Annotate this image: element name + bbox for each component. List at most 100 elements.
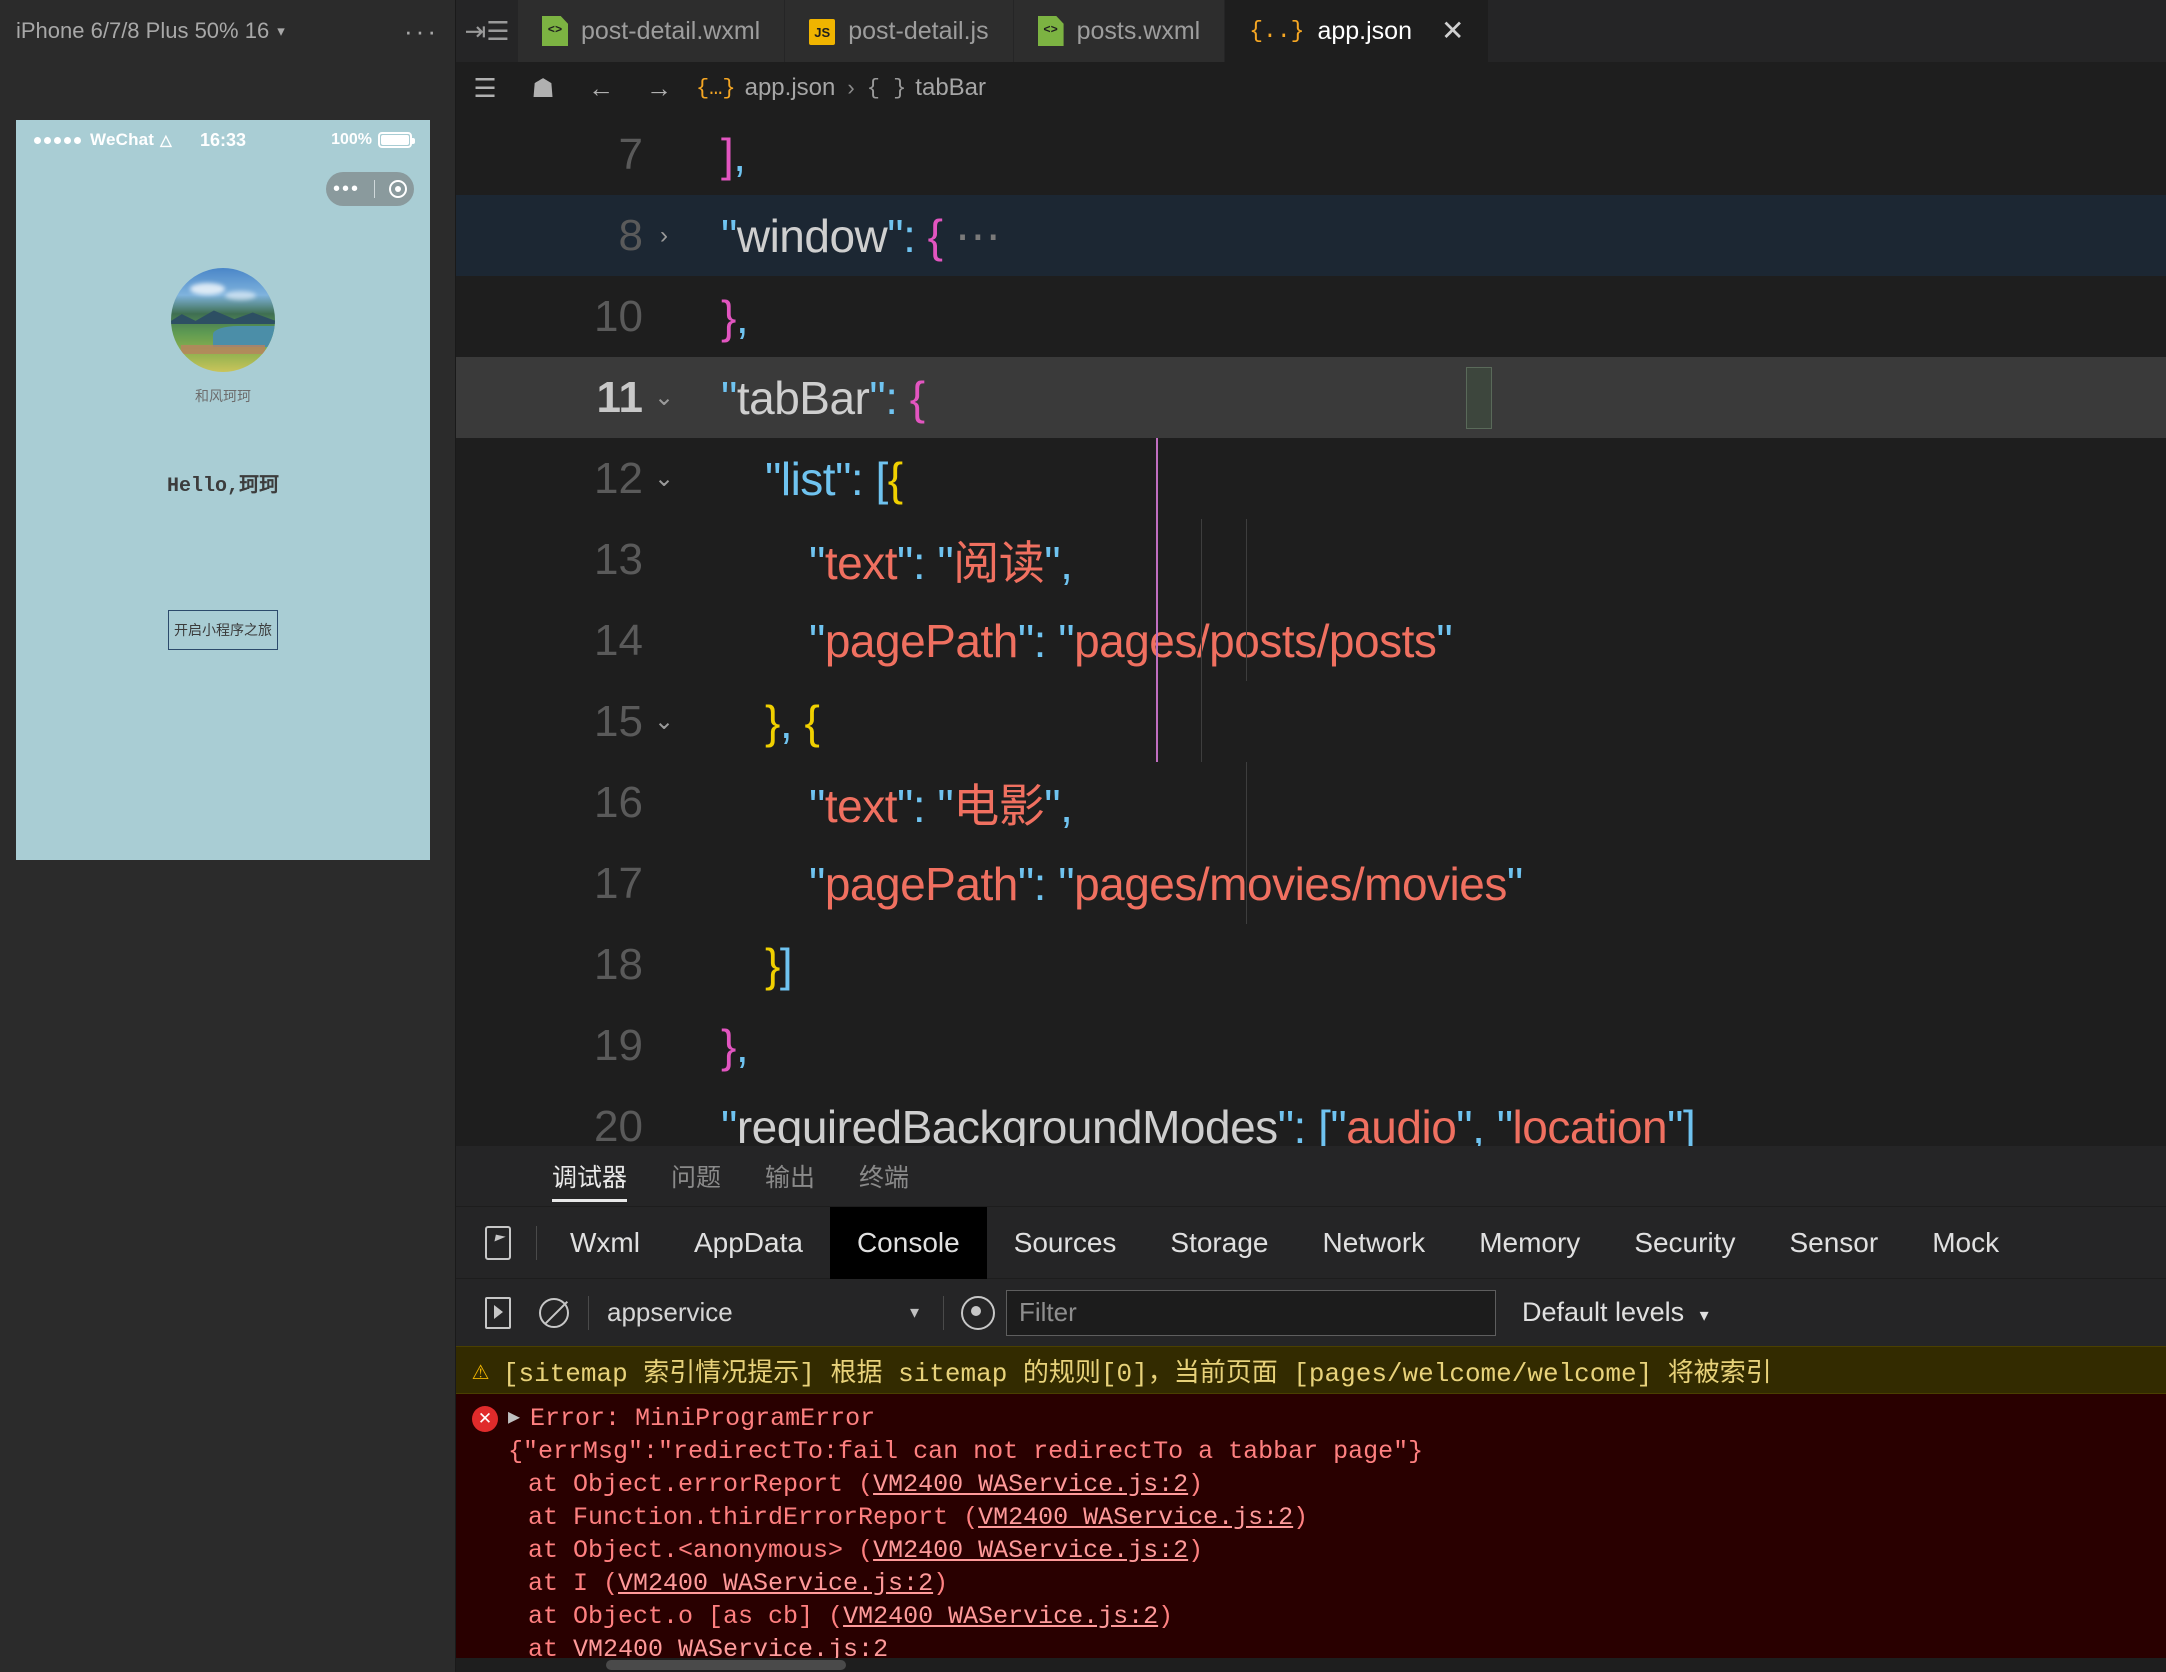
mini-program-capsule[interactable]: ••• (326, 172, 414, 206)
breadcrumb-symbol[interactable]: { } tabBar (867, 74, 986, 102)
clear-console-icon[interactable] (526, 1297, 582, 1328)
devtools-tab[interactable]: AppData (667, 1207, 830, 1279)
simulator-toolbar: iPhone 6/7/8 Plus 50% 16 ▾ ··· (0, 0, 455, 62)
fold-toggle-icon[interactable]: ⌄ (643, 707, 685, 736)
context-selector[interactable]: appservice ▾ (607, 1297, 937, 1328)
outline-icon[interactable]: ☰ (456, 73, 514, 104)
capsule-menu-icon[interactable]: ••• (333, 179, 360, 199)
console-warning-row[interactable]: ⚠ [sitemap 索引情况提示] 根据 sitemap 的规则[0]，当前页… (456, 1346, 2166, 1394)
stack-frame-suffix: ) (1188, 1536, 1204, 1565)
close-icon[interactable]: ✕ (1441, 17, 1464, 45)
console-toolbar: appservice ▾ Default levels ▾ (456, 1278, 2166, 1346)
battery-area: 100% (331, 131, 415, 149)
wifi-icon: △ (160, 132, 172, 149)
stack-frame-suffix: ) (1188, 1470, 1204, 1499)
simulator-panel: iPhone 6/7/8 Plus 50% 16 ▾ ··· WeChat △ … (0, 0, 456, 1672)
code-text: "pagePath": "pages/movies/movies" (809, 857, 1523, 910)
editor-tab[interactable]: posts.wxml (1013, 0, 1226, 62)
code-line[interactable]: 20 "requiredBackgroundModes": ["audio", "… (456, 1086, 2166, 1147)
indent-guide (1246, 762, 1247, 924)
toggle-sidebar-icon[interactable]: ⇥☰ (456, 0, 518, 62)
code-line[interactable]: 17 "pagePath": "pages/movies/movies" (456, 843, 2166, 924)
stack-frame-suffix: ) (933, 1569, 949, 1598)
stack-frame: at Object.errorReport (VM2400 WAService.… (472, 1468, 2150, 1501)
dock-tab[interactable]: 调试器 (530, 1146, 649, 1206)
code-line[interactable]: 18}] (456, 924, 2166, 1005)
fold-toggle-icon[interactable]: › (643, 222, 685, 250)
line-gutter: 15 ⌄ (456, 697, 701, 747)
dock-tab[interactable]: 输出 (743, 1146, 837, 1206)
more-options-icon[interactable]: ··· (404, 18, 439, 44)
console-error-row[interactable]: ✕ ▶ Error: MiniProgramError {"errMsg":"r… (456, 1394, 2166, 1672)
dock-tab[interactable]: 终端 (837, 1146, 931, 1206)
code-line[interactable]: 8 › "window": { ⋯ (456, 195, 2166, 276)
start-journey-button[interactable]: 开启小程序之旅 (168, 610, 278, 650)
dock-tab[interactable]: 问题 (649, 1146, 743, 1206)
stack-frame-link[interactable]: VM2400 WAService.js:2 (873, 1470, 1188, 1499)
line-number: 7 (618, 129, 643, 179)
code-line[interactable]: 16 "text": "电影", (456, 762, 2166, 843)
horizontal-scrollbar[interactable] (456, 1658, 2166, 1672)
capsule-close-icon[interactable] (388, 180, 407, 198)
eye-icon[interactable] (950, 1295, 1006, 1330)
editor-tab[interactable]: {..} app.json ✕ (1225, 0, 1490, 62)
code-line[interactable]: 15 ⌄}, { (456, 681, 2166, 762)
line-number: 14 (594, 615, 643, 665)
warning-message: [sitemap 索引情况提示] 根据 sitemap 的规则[0]，当前页面 … (502, 1358, 1772, 1389)
bottom-dock: 调试器 问题 输出 终端 Wxml AppData Console Sources Stora… (456, 1146, 2166, 1672)
devtools-tab[interactable]: Console (829, 1206, 987, 1279)
code-line[interactable]: 7], (456, 114, 2166, 195)
devtools-tab[interactable]: Network (1295, 1207, 1452, 1279)
filter-input[interactable] (1006, 1289, 1496, 1336)
editor-tab-strip: ⇥☰ post-detail.wxml post-detail.js posts.w… (456, 0, 2166, 62)
bookmark-icon[interactable]: ☗ (514, 73, 572, 104)
execute-icon[interactable] (470, 1296, 526, 1329)
editor-tab[interactable]: post-detail.js (785, 0, 1014, 62)
code-line[interactable]: 12 ⌄ "list": [{ (456, 438, 2166, 519)
dock-panel-tabs: 调试器 问题 输出 终端 (456, 1146, 2166, 1206)
devtools-tab[interactable]: Mock (1905, 1207, 2026, 1279)
fold-toggle-icon[interactable]: ⌄ (643, 383, 685, 412)
chevron-down-icon: ▾ (1699, 1305, 1709, 1325)
fold-toggle-icon[interactable]: ⌄ (643, 464, 685, 493)
line-gutter: 16 (456, 778, 701, 828)
stack-frame-link[interactable]: VM2400 WAService.js:2 (978, 1503, 1293, 1532)
breadcrumb-file[interactable]: {…} app.json (696, 74, 835, 102)
stack-frame-text: at Object.<anonymous> ( (528, 1536, 874, 1565)
devtools-tab[interactable]: Wxml (543, 1207, 667, 1279)
wxml-file-icon (1037, 16, 1064, 46)
code-editor[interactable]: 7], 8 › "window": { ⋯ 10}, 11 ⌄ "tabBar": {12 ⌄ "… (456, 114, 2166, 1146)
back-icon[interactable]: ← (572, 73, 630, 104)
log-levels-label: Default levels (1522, 1297, 1685, 1327)
devtools-tab[interactable]: Storage (1143, 1207, 1295, 1279)
devtools-tab[interactable]: Security (1607, 1207, 1762, 1279)
stack-frame-link[interactable]: VM2400 WAService.js:2 (843, 1602, 1158, 1631)
breadcrumb-file-label: app.json (744, 74, 836, 101)
stack-frame-link[interactable]: VM2400 WAService.js:2 (618, 1569, 933, 1598)
inspect-element-icon[interactable] (466, 1225, 530, 1260)
error-stack: at Object.errorReport (VM2400 WAService.… (472, 1468, 2150, 1671)
code-line[interactable]: 14 "pagePath": "pages/posts/posts" (456, 600, 2166, 681)
json-file-icon: {…} (696, 75, 736, 101)
line-number: 12 (594, 453, 643, 503)
devtools-tab[interactable]: Memory (1452, 1207, 1607, 1279)
wxml-file-icon (542, 16, 568, 46)
code-line[interactable]: 11 ⌄ "tabBar": { (456, 357, 2166, 438)
devtools-tab[interactable]: Sources (987, 1207, 1144, 1279)
line-number: 15 (594, 696, 643, 746)
line-gutter: 12 ⌄ (456, 454, 701, 504)
code-line[interactable]: 13 "text": "阅读", (456, 519, 2166, 600)
device-selector[interactable]: iPhone 6/7/8 Plus 50% 16 (16, 18, 269, 44)
greeting-text: Hello,珂珂 (166, 475, 279, 498)
chevron-down-icon[interactable]: ▾ (277, 22, 285, 40)
error-header[interactable]: ✕ ▶ Error: MiniProgramError (472, 1402, 2150, 1435)
code-line[interactable]: 10}, (456, 276, 2166, 357)
code-line[interactable]: 19}, (456, 1005, 2166, 1086)
indent-guide (1201, 519, 1202, 762)
forward-icon[interactable]: → (630, 73, 688, 104)
editor-tab[interactable]: post-detail.wxml (518, 0, 786, 62)
stack-frame-link[interactable]: VM2400 WAService.js:2 (873, 1536, 1188, 1565)
log-levels-selector[interactable]: Default levels ▾ (1522, 1297, 1709, 1328)
expand-arrow-icon[interactable]: ▶ (508, 1406, 520, 1432)
devtools-tab[interactable]: Sensor (1762, 1207, 1905, 1279)
